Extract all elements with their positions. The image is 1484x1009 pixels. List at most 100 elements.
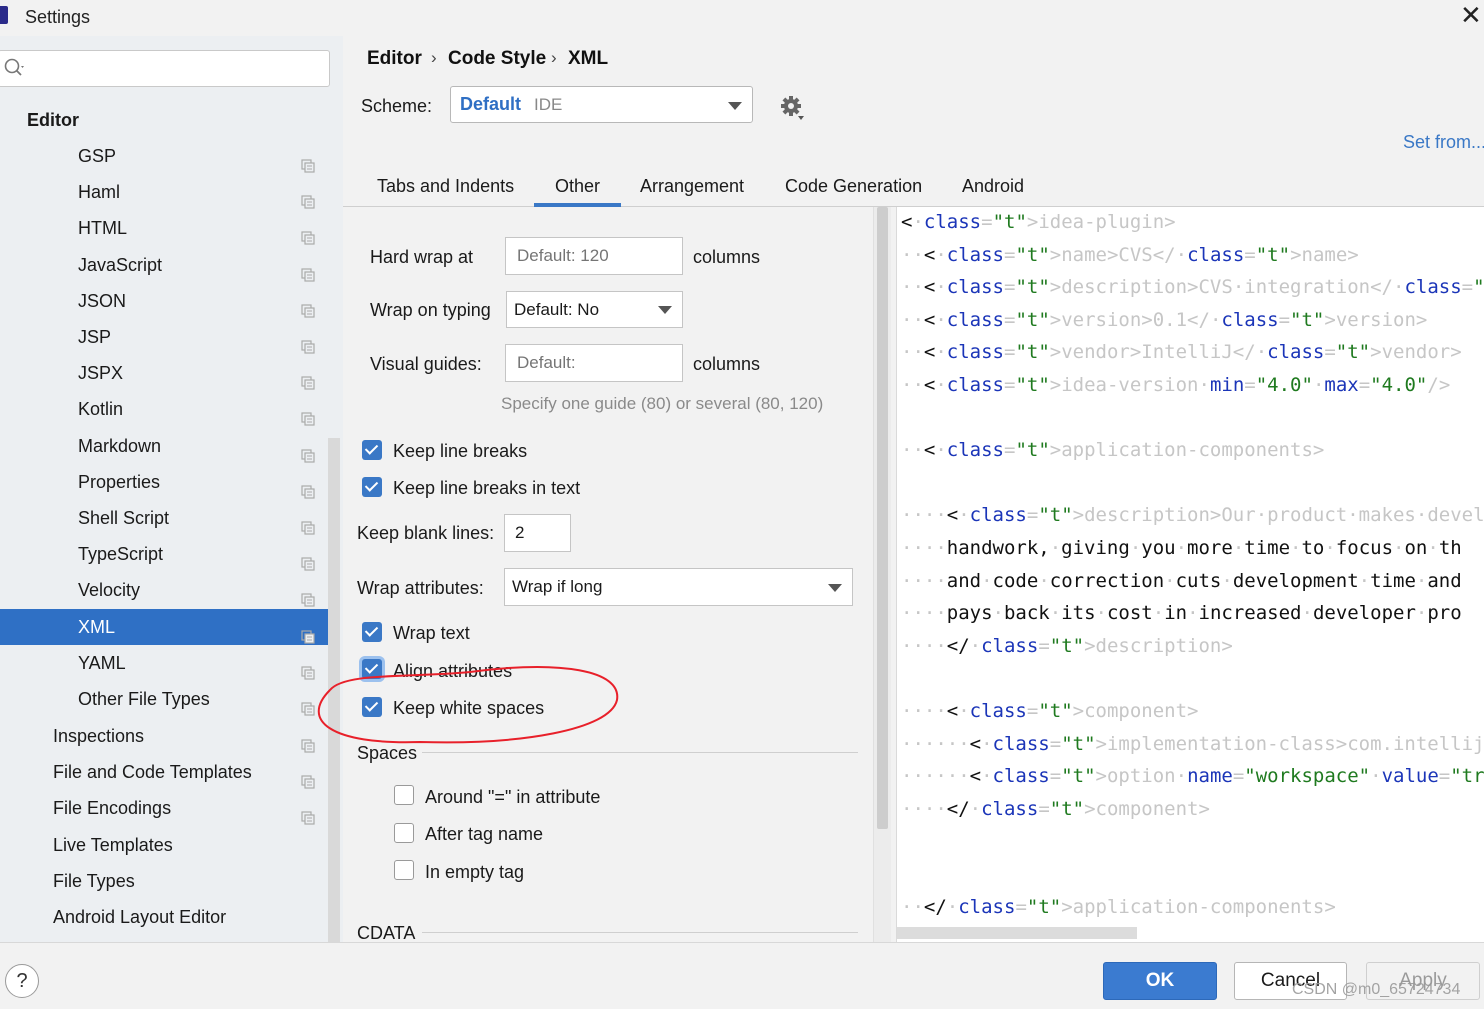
sidebar-item-jsp[interactable]: JSP: [0, 319, 330, 355]
sidebar-item-live-templates[interactable]: Live Templates: [0, 827, 330, 863]
sidebar-item-haml[interactable]: Haml: [0, 174, 330, 210]
code-line: ····</·class="t">description>: [901, 634, 1233, 657]
keep-line-breaks-text-checkbox[interactable]: [362, 477, 382, 497]
in-empty-tag-label[interactable]: In empty tag: [425, 862, 524, 883]
copy-icon: [301, 801, 315, 825]
after-tag-label[interactable]: After tag name: [425, 824, 543, 845]
sidebar-item-label: GSP: [78, 146, 117, 166]
sidebar-item-shell-script[interactable]: Shell Script: [0, 500, 330, 536]
sidebar-item-other-file-types[interactable]: Other File Types: [0, 681, 330, 717]
code-style-tabs: Tabs and Indents Other Arrangement Code …: [343, 166, 1484, 207]
title-bar: Settings ✕: [0, 0, 1484, 36]
in-empty-tag-checkbox[interactable]: [394, 860, 414, 880]
align-attributes-label[interactable]: Align attributes: [393, 661, 512, 682]
sidebar-item-typescript[interactable]: TypeScript: [0, 536, 330, 572]
keep-line-breaks-checkbox[interactable]: [362, 440, 382, 460]
ok-button[interactable]: OK: [1103, 962, 1217, 1000]
preview-horizontal-scrollbar[interactable]: [897, 927, 1137, 939]
code-preview: <·class="t">idea-plugin> ··<·class="t">na…: [896, 207, 1484, 942]
keep-white-spaces-checkbox[interactable]: [362, 697, 382, 717]
code-line: ··<·class="t">vendor>IntelliJ</·class="t…: [901, 341, 1462, 364]
wrap-on-typing-dropdown[interactable]: Default: No: [506, 291, 683, 328]
wrap-attributes-dropdown[interactable]: Wrap if long: [504, 568, 853, 606]
copy-icon: [301, 656, 315, 680]
sidebar-item-label: Android Layout Editor: [53, 907, 227, 927]
copy-icon: [301, 475, 315, 499]
copy-icon: [301, 221, 315, 245]
keep-blank-lines-input[interactable]: 2: [504, 514, 571, 552]
tab-arrangement[interactable]: Arrangement: [640, 176, 744, 197]
code-line: ··<·class="t">application-components>: [901, 439, 1325, 462]
sidebar-item-velocity[interactable]: Velocity: [0, 572, 330, 608]
sidebar-item-markdown[interactable]: Markdown: [0, 428, 330, 464]
copy-icon: [301, 620, 315, 644]
keep-line-breaks-label[interactable]: Keep line breaks: [393, 441, 527, 462]
code-line: ····<·class="t">description>Our·product·…: [901, 504, 1484, 527]
code-line: ··<·class="t">idea-version·min="4.0"·max…: [901, 374, 1451, 396]
set-from-link[interactable]: Set from...: [1403, 132, 1484, 153]
cdata-section-title: CDATA: [357, 923, 416, 943]
sidebar-item-label: Velocity: [78, 580, 141, 601]
scrollbar-thumb[interactable]: [877, 207, 888, 829]
breadcrumb-editor[interactable]: Editor: [367, 48, 422, 70]
help-button[interactable]: ?: [5, 964, 39, 998]
code-line: ····</·class="t">component>: [901, 797, 1210, 820]
sidebar-item-gsp[interactable]: GSP: [0, 138, 330, 174]
sidebar-item-file-and-code-templates[interactable]: File and Code Templates: [0, 754, 330, 790]
search-field[interactable]: [0, 50, 330, 87]
tab-other[interactable]: Other: [555, 176, 600, 197]
sidebar-item-xml[interactable]: XML: [0, 608, 330, 645]
copy-icon: [301, 330, 315, 354]
hard-wrap-input[interactable]: [505, 237, 683, 275]
sidebar-item-label: Other File Types: [78, 689, 210, 709]
visual-guides-input[interactable]: [505, 344, 683, 382]
keep-line-breaks-text-label[interactable]: Keep line breaks in text: [393, 478, 580, 499]
sidebar-item-javascript[interactable]: JavaScript: [0, 247, 330, 283]
tab-code-generation[interactable]: Code Generation: [785, 176, 922, 197]
sidebar-item-file-types[interactable]: File Types: [0, 863, 330, 899]
sidebar-item-kotlin[interactable]: Kotlin: [0, 391, 330, 427]
sidebar-scrollbar[interactable]: [328, 438, 340, 978]
code-line: ····and·code·correction·cuts·development…: [901, 569, 1462, 592]
dialog-button-bar: ? OK Cancel Apply CSDN @m0_65724734: [0, 942, 1484, 1009]
code-line: <·class="t">idea-plugin>: [901, 211, 1176, 233]
sidebar-item-jspx[interactable]: JSPX: [0, 355, 330, 391]
around-eq-checkbox[interactable]: [394, 785, 414, 805]
options-scrollbar[interactable]: [873, 207, 891, 942]
sidebar-item-label: YAML: [78, 652, 126, 673]
search-icon: [4, 58, 24, 76]
tab-android[interactable]: Android: [962, 176, 1024, 197]
sidebar-item-html[interactable]: HTML: [0, 210, 330, 246]
close-icon[interactable]: ✕: [1460, 2, 1482, 28]
settings-sidebar: Editor GSP Haml HTML JavaScript JSON JSP JSPX K…: [0, 36, 343, 978]
breadcrumb-separator: ›: [551, 48, 557, 67]
options-panel: Hard wrap at columns Wrap on typing Defa…: [343, 207, 873, 943]
code-line: ··<·class="t">version>0.1</·class="t">ve…: [901, 308, 1428, 331]
sidebar-item-file-encodings[interactable]: File Encodings: [0, 790, 330, 826]
sidebar-item-inspections[interactable]: Inspections: [0, 718, 330, 754]
wrap-text-label[interactable]: Wrap text: [393, 623, 470, 644]
scheme-dropdown[interactable]: Default IDE: [450, 86, 753, 123]
wrap-attributes-value: Wrap if long: [512, 577, 603, 596]
sidebar-item-android-layout-editor[interactable]: Android Layout Editor: [0, 899, 330, 935]
around-eq-label[interactable]: Around "=" in attribute: [425, 787, 600, 808]
after-tag-checkbox[interactable]: [394, 823, 414, 843]
sidebar-section-editor[interactable]: Editor: [27, 102, 79, 138]
copy-icon: [301, 692, 315, 716]
sidebar-item-label: Live Templates: [53, 834, 173, 855]
copy-icon: [301, 583, 315, 607]
search-input[interactable]: [33, 57, 322, 81]
gear-icon[interactable]: [779, 94, 807, 122]
sidebar-item-label: Inspections: [53, 726, 145, 746]
sidebar-item-yaml[interactable]: YAML: [0, 645, 330, 681]
sidebar-item-json[interactable]: JSON: [0, 283, 330, 319]
copy-icon: [301, 439, 315, 463]
tab-tabs-and-indents[interactable]: Tabs and Indents: [377, 176, 514, 197]
align-attributes-checkbox[interactable]: [362, 659, 382, 679]
sidebar-item-properties[interactable]: Properties: [0, 464, 330, 500]
visual-guides-label: Visual guides:: [370, 354, 482, 374]
keep-white-spaces-label[interactable]: Keep white spaces: [393, 698, 544, 719]
breadcrumb-code-style[interactable]: Code Style: [448, 48, 546, 70]
code-line: ······<·class="t">option·name="workspace…: [901, 765, 1484, 788]
wrap-text-checkbox[interactable]: [362, 622, 382, 642]
